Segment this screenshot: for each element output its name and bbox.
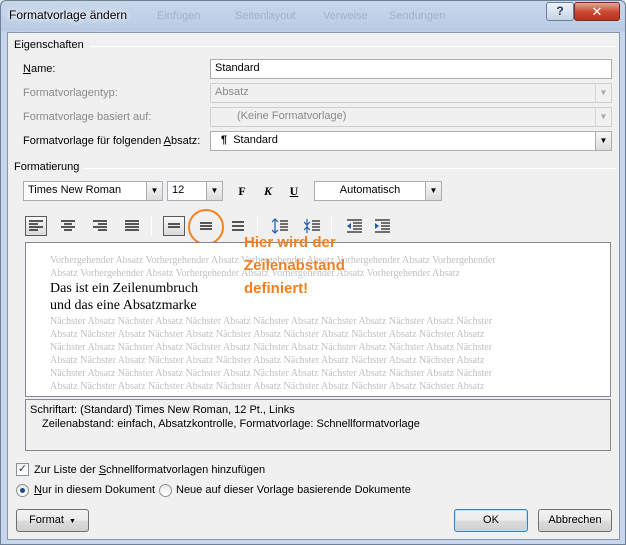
italic-button[interactable]: K: [258, 182, 278, 200]
ribbon-tab-ghost: Verweise: [323, 10, 368, 22]
font-color-select[interactable]: Automatisch ▼: [314, 181, 442, 201]
ribbon-tab-ghost: Sendungen: [389, 10, 446, 22]
indent-decrease-icon: [347, 219, 362, 233]
style-type-value: Absatz: [215, 86, 249, 98]
help-button[interactable]: ?: [546, 2, 574, 21]
new-documents-label: Neue auf dieser Vorlage basierende Dokum…: [176, 484, 411, 496]
indent-increase-button[interactable]: [371, 216, 393, 236]
chevron-down-icon: ▼: [206, 182, 222, 200]
chevron-down-icon: ▼: [68, 518, 76, 525]
preview-next-line: Absatz Nächster Absatz Nächster Absatz N…: [50, 329, 485, 340]
group-divider: [90, 46, 616, 47]
single-spacing-button[interactable]: [163, 216, 185, 236]
align-right-icon: [93, 220, 107, 231]
properties-group-label: Eigenschaften: [14, 39, 84, 51]
title-bar[interactable]: Formatvorlage ändern Einfügen Seitenlayo…: [1, 1, 625, 31]
font-value: Times New Roman: [28, 184, 122, 196]
annotation-line: definiert!: [244, 280, 309, 297]
pilcrow-icon: ¶: [221, 134, 228, 146]
next-paragraph-label: Formatvorlage für folgenden Absatz:: [23, 135, 201, 147]
annotation-callout: Hier wird der Zeilenabstand definiert!: [244, 231, 345, 300]
only-this-document-radio[interactable]: [16, 484, 29, 497]
only-this-document-label: Nur in diesem Dokument: [34, 484, 156, 496]
justify-icon: [125, 220, 139, 231]
annotation-line: Zeilenabstand: [244, 257, 345, 274]
chevron-down-icon: ▼: [595, 108, 611, 126]
format-button-label: Format: [29, 514, 64, 526]
description-line: Schriftart: (Standard) Times New Roman, …: [30, 404, 295, 416]
chevron-down-icon: ▼: [425, 182, 441, 200]
ribbon-tab-ghost: Einfügen: [157, 10, 201, 22]
preview-sample-line: Das ist ein Zeilenumbruch: [50, 281, 199, 296]
quick-style-list-label: Zur Liste der Schnellformatvorlagen hinz…: [34, 464, 266, 476]
new-documents-radio[interactable]: [159, 484, 172, 497]
preview-next-line: Nächster Absatz Nächster Absatz Nächster…: [50, 342, 493, 353]
indent-decrease-button[interactable]: [343, 216, 365, 236]
preview-next-line: Nächster Absatz Nächster Absatz Nächster…: [50, 316, 493, 327]
indent-increase-icon: [375, 219, 390, 233]
preview-sample-line: und das eine Absatzmarke: [50, 298, 197, 313]
cancel-button[interactable]: Abbrechen: [538, 509, 612, 532]
group-divider: [84, 168, 616, 169]
format-menu-button[interactable]: Format ▼: [16, 509, 89, 532]
justify-button[interactable]: [121, 216, 143, 236]
based-on-select[interactable]: (Keine Formatvorlage) ▼: [210, 107, 612, 127]
chevron-down-icon: ▼: [146, 182, 162, 200]
underline-button[interactable]: U: [284, 182, 304, 200]
description-line: Zeilenabstand: einfach, Absatzkontrolle,…: [42, 418, 420, 430]
style-type-select[interactable]: Absatz ▼: [210, 83, 612, 103]
chevron-down-icon: ▼: [595, 132, 611, 150]
formatting-group-label: Formatierung: [14, 161, 80, 173]
align-center-icon: [61, 220, 75, 231]
based-on-value: (Keine Formatvorlage): [237, 110, 347, 122]
dialog-client-area: Eigenschaften Name: Standard Formatvorla…: [7, 32, 620, 540]
style-type-label: Formatvorlagentyp:: [23, 87, 118, 99]
font-select[interactable]: Times New Roman ▼: [23, 181, 163, 201]
preview-next-line: Absatz Nächster Absatz Nächster Absatz N…: [50, 355, 485, 366]
double-spacing-icon: [232, 221, 244, 231]
ribbon-tab-ghost: Seitenlayout: [235, 10, 296, 22]
align-right-button[interactable]: [89, 216, 111, 236]
next-paragraph-select[interactable]: ¶ Standard ▼: [210, 131, 612, 151]
align-left-icon: [29, 220, 43, 231]
align-left-button[interactable]: [25, 216, 47, 236]
font-size-value: 12: [172, 184, 185, 196]
toolbar-separator: [151, 216, 152, 236]
name-input[interactable]: Standard: [210, 59, 612, 79]
preview-next-line: Absatz Nächster Absatz Nächster Absatz N…: [50, 381, 485, 392]
based-on-label: Formatvorlage basiert auf:: [23, 111, 152, 123]
close-button[interactable]: ✕: [574, 2, 620, 21]
next-paragraph-value: Standard: [233, 134, 278, 146]
ok-button[interactable]: OK: [454, 509, 528, 532]
align-center-button[interactable]: [57, 216, 79, 236]
font-size-select[interactable]: 12 ▼: [167, 181, 223, 201]
dialog-title: Formatvorlage ändern: [9, 8, 128, 22]
annotation-line: Hier wird der: [244, 234, 336, 251]
preview-next-line: Nächster Absatz Nächster Absatz Nächster…: [50, 368, 493, 379]
font-color-value: Automatisch: [339, 184, 401, 196]
quick-style-list-checkbox[interactable]: ✓: [16, 463, 29, 476]
chevron-down-icon: ▼: [595, 84, 611, 102]
bold-button[interactable]: F: [232, 182, 252, 200]
style-description: Schriftart: (Standard) Times New Roman, …: [25, 399, 611, 451]
single-spacing-icon: [168, 223, 180, 228]
name-label: Name:: [23, 63, 56, 75]
highlight-circle: [188, 209, 224, 245]
dialog-window: Formatvorlage ändern Einfügen Seitenlayo…: [0, 0, 626, 545]
